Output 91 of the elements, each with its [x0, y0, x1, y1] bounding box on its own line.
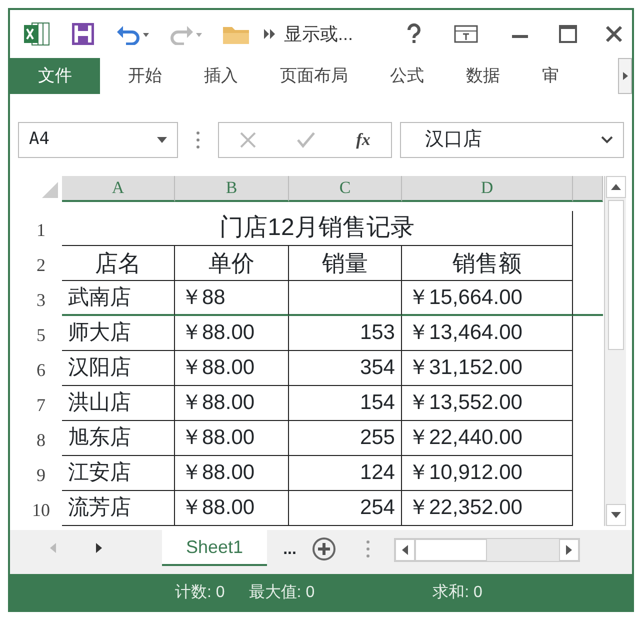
scroll-up-button[interactable] [606, 176, 626, 198]
ribbon-display-icon[interactable] [454, 24, 478, 44]
scroll-thumb[interactable] [415, 539, 488, 561]
scroll-left-button[interactable] [395, 539, 416, 561]
formula-field[interactable]: 汉口店 [400, 122, 624, 158]
table-cell: 153 [289, 316, 402, 351]
column-header[interactable]: B [175, 176, 289, 202]
more-sheets-button[interactable]: ... [283, 538, 296, 562]
row-header[interactable]: 10 [20, 491, 62, 526]
status-text: 最大值: 0 [248, 582, 315, 603]
ribbon-tab[interactable]: 审 [532, 58, 569, 94]
horizontal-scrollbar[interactable] [394, 538, 580, 562]
more-icon[interactable] [264, 29, 276, 39]
row-header[interactable]: 8 [20, 421, 62, 456]
table-cell: ￥13,464.00 [402, 316, 573, 351]
sheet-title: 门店12月销售记录 [62, 211, 573, 246]
table-cell: 流芳店 [62, 491, 175, 526]
excel-icon [24, 22, 50, 46]
name-box[interactable]: A4 [18, 122, 178, 158]
table-cell: ￥88.00 [175, 386, 289, 421]
close-icon[interactable] [604, 24, 624, 44]
table-cell: 武南店 [62, 281, 175, 316]
column-header[interactable]: D [402, 176, 573, 202]
row-header[interactable]: 5 [20, 316, 62, 351]
ribbon-tab[interactable]: 数据 [456, 58, 510, 94]
formula-value: 汉口店 [425, 128, 482, 152]
table-cell: 154 [289, 386, 402, 421]
grip-icon [366, 540, 370, 558]
table-cell: 洪山店 [62, 386, 175, 421]
ribbon-tab[interactable]: 开始 [118, 58, 172, 94]
save-icon[interactable] [72, 23, 94, 45]
table-cell: ￥88.00 [175, 456, 289, 491]
table-cell: ￥10,912.00 [402, 456, 573, 491]
table-cell: 店名 [62, 246, 175, 281]
table-cell: ￥88 [175, 281, 289, 316]
ribbon-tab[interactable]: 页面布局 [270, 58, 358, 94]
table-cell: 354 [289, 351, 402, 386]
row-header[interactable]: 2 [20, 246, 62, 281]
table-cell: ￥88.00 [175, 351, 289, 386]
table-cell: 销售额 [402, 246, 573, 281]
table-cell: 旭东店 [62, 421, 175, 456]
add-sheet-icon[interactable] [312, 537, 336, 561]
caret-left-icon [402, 545, 408, 555]
maximize-icon[interactable] [558, 24, 578, 44]
insert-function-button[interactable]: fx [356, 127, 370, 153]
caret-up-icon [610, 184, 620, 190]
caret-right-icon [566, 545, 572, 555]
scroll-right-button[interactable] [559, 539, 580, 561]
help-icon[interactable] [406, 23, 422, 45]
table-cell: ￥88.00 [175, 421, 289, 456]
scroll-thumb[interactable] [608, 200, 624, 350]
status-text: 计数: 0 [175, 582, 225, 603]
column-header[interactable]: A [62, 176, 175, 202]
table-cell: 汉阳店 [62, 351, 175, 386]
table-cell: 师大店 [62, 316, 175, 351]
ribbon-tab[interactable]: 文件 [10, 58, 100, 94]
next-sheet-icon[interactable] [96, 543, 102, 553]
table-cell: 江安店 [62, 456, 175, 491]
chevron-down-icon [601, 136, 613, 144]
table-cell: 销量 [289, 246, 402, 281]
caret-right-icon [622, 72, 628, 80]
vertical-scrollbar[interactable] [604, 176, 626, 526]
table-cell: ￥22,440.00 [402, 421, 573, 456]
caret-down-icon [157, 137, 167, 143]
table-cell: ￥13,552.00 [402, 386, 573, 421]
window-title: 显示或... [284, 22, 354, 46]
table-cell: 单价 [175, 246, 289, 281]
sheet-tab[interactable]: Sheet1 [162, 530, 268, 566]
grip-icon [196, 131, 200, 149]
table-cell: 254 [289, 491, 402, 526]
row-header[interactable]: 6 [20, 351, 62, 386]
table-cell: ￥88.00 [175, 491, 289, 526]
scroll-down-button[interactable] [606, 504, 626, 526]
table-cell: 255 [289, 421, 402, 456]
cell-reference: A4 [29, 128, 50, 152]
column-header[interactable] [573, 176, 603, 202]
table-cell: ￥15,664.00 [402, 281, 573, 316]
caret-down-icon [610, 512, 620, 518]
row-header[interactable]: 7 [20, 386, 62, 421]
table-cell: ￥31,152.00 [402, 351, 573, 386]
scroll-right-button[interactable] [618, 58, 632, 94]
ribbon-tab[interactable]: 插入 [194, 58, 248, 94]
row-header[interactable]: 1 [20, 211, 62, 246]
status-text: 求和: 0 [432, 582, 482, 603]
column-header[interactable]: C [289, 176, 402, 202]
row-header[interactable]: 3 [20, 281, 62, 316]
table-cell: ￥22,352.00 [402, 491, 573, 526]
table-cell: ￥88.00 [175, 316, 289, 351]
table-cell: 124 [289, 456, 402, 491]
ribbon-tab[interactable]: 公式 [380, 58, 434, 94]
row-header[interactable]: 9 [20, 456, 62, 491]
